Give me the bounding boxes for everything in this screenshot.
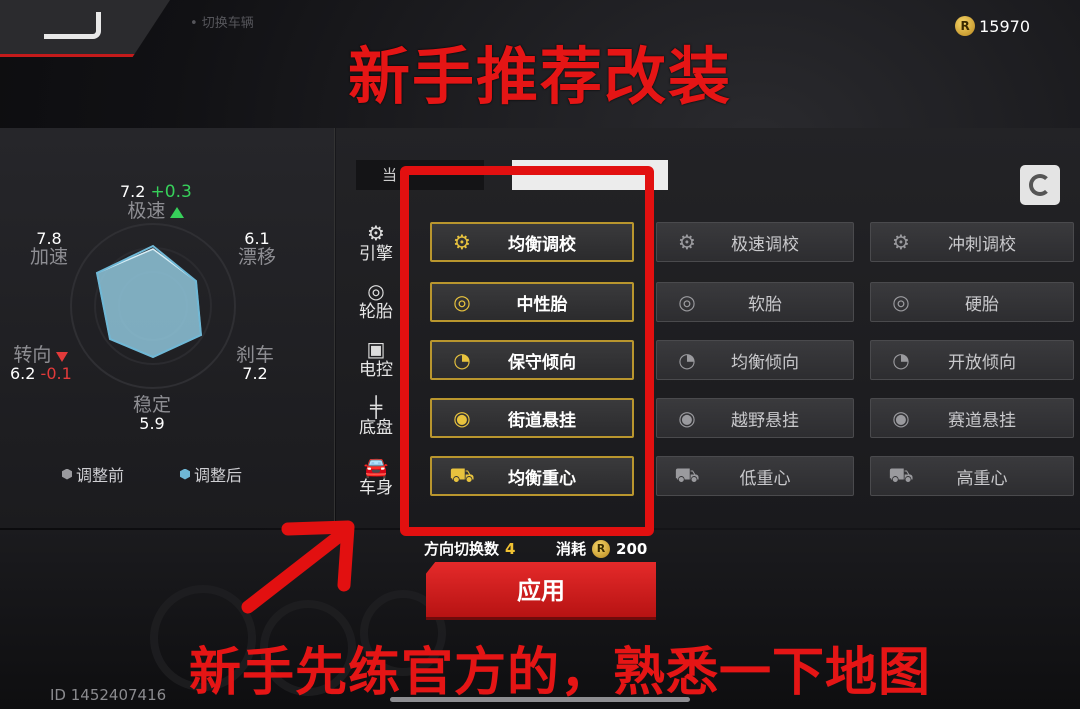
user-id: ID 1452407416 xyxy=(50,686,167,704)
annotation-highlight-box xyxy=(400,166,654,536)
car-body-icon: ⛟ xyxy=(674,462,700,487)
chip-icon: ▣ xyxy=(366,337,386,361)
option-sprint-tuning[interactable]: ⚙ 冲刺调校 xyxy=(870,222,1074,262)
stat-top-speed-value: 7.2 xyxy=(120,182,146,201)
coin-icon: R xyxy=(592,539,611,558)
hexagon-icon xyxy=(180,468,190,480)
category-engine[interactable]: ⚙ 引擎 xyxy=(352,221,400,263)
engine-icon: ⚙ xyxy=(678,230,696,254)
stat-drift: 6.1 漂移 xyxy=(238,229,277,268)
gauge-icon: ◔ xyxy=(892,348,910,372)
option-balanced-tendency[interactable]: ◔ 均衡倾向 xyxy=(656,340,854,380)
legend-after: 调整后 xyxy=(180,462,242,486)
option-hard-tire[interactable]: ◎ 硬胎 xyxy=(870,282,1074,322)
stat-top-speed: 7.2 +0.3 极速 xyxy=(120,182,192,222)
car-body-icon: ⛟ xyxy=(888,462,914,487)
gauge-icon: ◔ xyxy=(678,348,696,372)
category-tires[interactable]: ◎ 轮胎 xyxy=(352,279,400,321)
annotation-arrow-icon xyxy=(241,520,355,614)
option-speed-tuning[interactable]: ⚙ 极速调校 xyxy=(656,222,854,262)
category-chassis[interactable]: ╪ 底盘 xyxy=(352,395,400,437)
option-soft-tire[interactable]: ◎ 软胎 xyxy=(656,282,854,322)
home-indicator[interactable] xyxy=(390,697,690,702)
engine-icon: ⚙ xyxy=(367,221,385,245)
option-low-center[interactable]: ⛟ 低重心 xyxy=(656,456,854,496)
category-electronics[interactable]: ▣ 电控 xyxy=(352,337,400,379)
direction-switch-count: 方向切换数 4 xyxy=(424,539,516,559)
stat-steering: 转向 6.2 -0.1 xyxy=(10,344,72,383)
brake-disc-icon: ◉ xyxy=(678,406,696,430)
legend-before: 调整前 xyxy=(62,462,124,486)
apply-button[interactable]: 应用 xyxy=(426,562,656,620)
hexagon-icon xyxy=(62,468,72,480)
overlay-caption: 新手先练官方的，熟悉一下地图 xyxy=(188,643,931,703)
tire-icon: ◎ xyxy=(367,279,385,303)
increase-arrow-icon xyxy=(170,206,185,218)
tire-icon: ◎ xyxy=(678,290,696,314)
option-offroad-suspension[interactable]: ◉ 越野悬挂 xyxy=(656,398,854,438)
brake-disc-icon: ◉ xyxy=(892,406,910,430)
car-body-icon: 🚘 xyxy=(363,455,389,479)
engine-icon: ⚙ xyxy=(892,230,910,254)
category-body[interactable]: 🚘 车身 xyxy=(352,455,400,497)
overlay-title: 新手推荐改装 xyxy=(347,40,732,113)
option-open-tendency[interactable]: ◔ 开放倾向 xyxy=(870,340,1074,380)
apply-cost: 消耗 R 200 xyxy=(556,539,648,558)
tire-icon: ◎ xyxy=(892,290,910,314)
chassis-icon: ╪ xyxy=(369,395,383,419)
stats-panel: 7.2 +0.3 极速 7.8 加速 6.1 漂移 转向 6.2 -0.1 刹车… xyxy=(0,128,335,528)
option-track-suspension[interactable]: ◉ 赛道悬挂 xyxy=(870,398,1074,438)
refresh-icon xyxy=(1029,174,1051,196)
stat-braking: 刹车 7.2 xyxy=(236,344,275,383)
decrease-arrow-icon xyxy=(56,351,69,362)
option-high-center[interactable]: ⛟ 高重心 xyxy=(870,456,1074,496)
refresh-button[interactable] xyxy=(1020,165,1060,205)
stat-stability: 稳定 5.9 xyxy=(133,394,172,433)
stat-acceleration: 7.8 加速 xyxy=(30,229,69,268)
stat-top-speed-label: 极速 xyxy=(127,199,166,222)
